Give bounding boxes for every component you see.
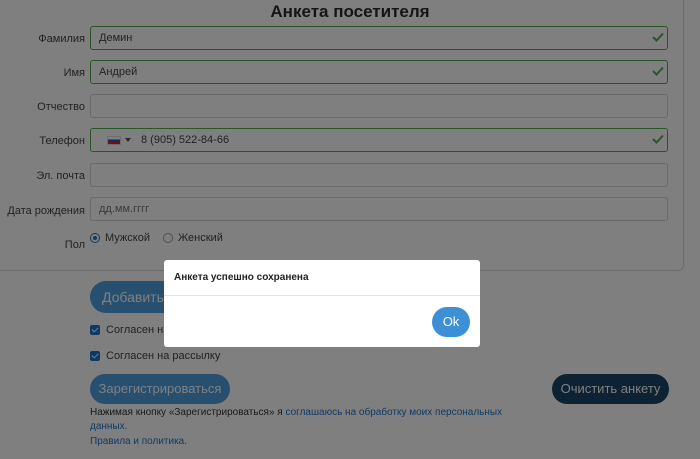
- modal-backdrop[interactable]: [0, 0, 700, 459]
- dialog-title: Анкета успешно сохранена: [174, 272, 309, 283]
- dialog-divider: [164, 295, 480, 296]
- success-dialog: Анкета успешно сохранена Ok: [164, 260, 480, 347]
- ok-button[interactable]: Ok: [432, 307, 470, 337]
